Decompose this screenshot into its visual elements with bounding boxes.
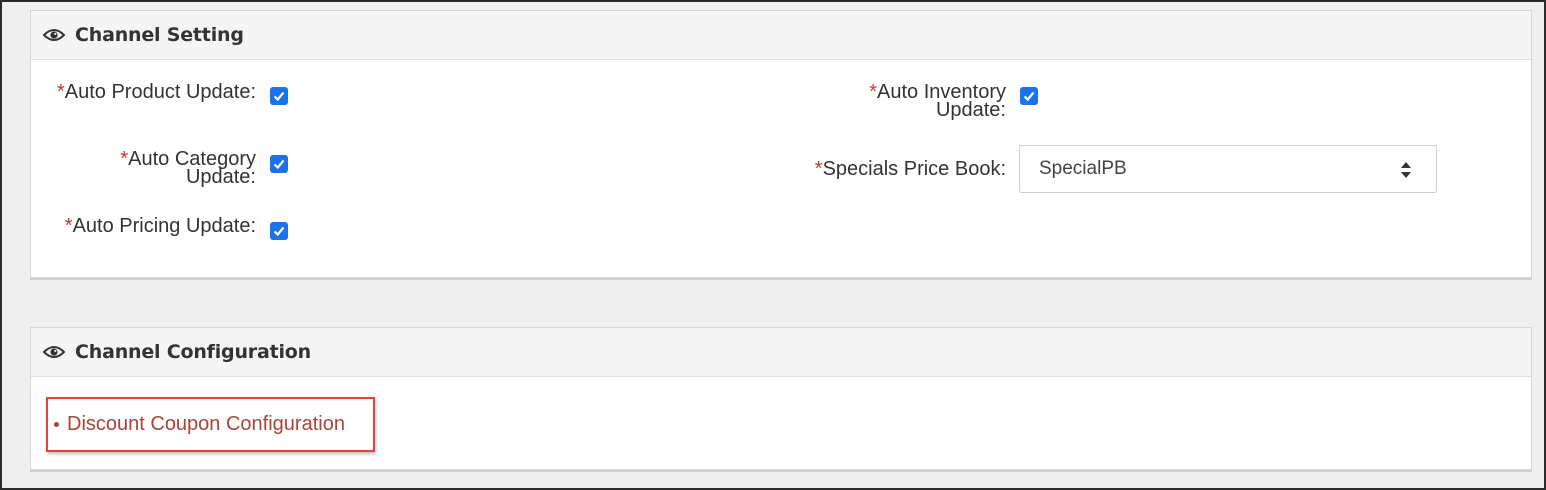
specials-price-book-text: Specials Price Book: — [822, 158, 1006, 180]
auto-pricing-update-label: *Auto Pricing Update: — [31, 215, 256, 237]
required-mark: * — [56, 81, 65, 103]
auto-product-update-label: *Auto Product Update: — [31, 81, 256, 103]
specials-price-book-label: *Specials Price Book: — [731, 158, 1006, 180]
auto-category-update-text-2: Update: — [185, 166, 256, 188]
specials-price-book-value: SpecialPB — [1039, 158, 1127, 179]
required-mark: * — [869, 81, 878, 103]
auto-category-update-label: *Auto Category Update: — [31, 148, 256, 188]
discount-coupon-configuration-link[interactable]: Discount Coupon Configuration — [67, 413, 345, 436]
channel-configuration-header: Channel Configuration — [31, 328, 1531, 377]
specials-price-book-select[interactable]: SpecialPB — [1019, 145, 1437, 193]
bullet — [54, 422, 59, 427]
channel-configuration-title: Channel Configuration — [75, 341, 311, 363]
channel-configuration-panel: Channel Configuration Discount Coupon Co… — [30, 327, 1532, 470]
required-mark: * — [64, 215, 73, 237]
auto-category-update-checkbox[interactable] — [270, 155, 288, 173]
required-mark: * — [120, 148, 129, 170]
auto-pricing-update-checkbox[interactable] — [270, 222, 288, 240]
channel-setting-panel: Channel Setting *Auto Product Update: *A… — [30, 10, 1532, 278]
channel-setting-header: Channel Setting — [31, 11, 1531, 60]
auto-pricing-update-text: Auto Pricing Update: — [72, 215, 256, 237]
auto-inventory-update-label: *Auto Inventory Update: — [731, 81, 1006, 121]
channel-setting-title: Channel Setting — [75, 24, 244, 46]
auto-inventory-update-text-2: Update: — [935, 99, 1006, 121]
discount-coupon-highlight: Discount Coupon Configuration — [46, 397, 375, 452]
eye-icon — [42, 345, 66, 359]
auto-product-update-checkbox[interactable] — [270, 87, 288, 105]
up-down-arrows-icon — [1400, 160, 1412, 186]
required-mark: * — [814, 158, 823, 180]
auto-inventory-update-checkbox[interactable] — [1020, 87, 1038, 105]
eye-icon — [42, 28, 66, 42]
auto-product-update-text: Auto Product Update: — [64, 81, 256, 103]
